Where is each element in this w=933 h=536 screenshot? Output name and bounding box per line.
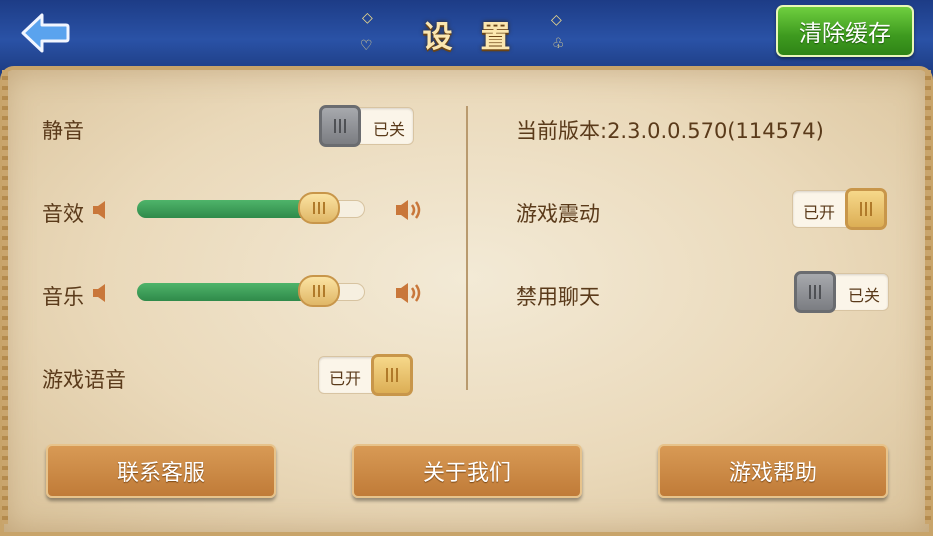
toggle-knob xyxy=(794,271,836,313)
music-label: 音乐 xyxy=(42,285,84,309)
panel-border-left xyxy=(2,70,8,524)
speaker-high-icon xyxy=(396,200,421,220)
slider-fill xyxy=(137,200,319,218)
toggle-knob xyxy=(371,354,413,396)
contact-support-button[interactable]: 联系客服 xyxy=(46,444,276,498)
speaker-low-icon xyxy=(93,284,105,302)
game-voice-state: 已开 xyxy=(329,369,362,388)
clear-cache-button[interactable]: 清除缓存 xyxy=(776,5,914,57)
game-voice-toggle[interactable]: 已开 xyxy=(318,354,413,396)
sound-effect-slider[interactable] xyxy=(137,192,367,224)
slider-fill xyxy=(137,283,319,301)
music-slider[interactable] xyxy=(137,275,367,307)
column-divider xyxy=(466,106,468,390)
vibration-label: 游戏震动 xyxy=(516,202,600,226)
vibration-state: 已开 xyxy=(803,203,836,222)
about-us-button[interactable]: 关于我们 xyxy=(352,444,582,498)
disable-chat-toggle[interactable]: 已关 xyxy=(794,271,889,313)
top-bar: ◇ ♡ ◇ ♧ 设置 清除缓存 xyxy=(0,0,933,72)
game-help-button[interactable]: 游戏帮助 xyxy=(658,444,888,498)
slider-thumb[interactable] xyxy=(298,192,340,224)
vibration-toggle[interactable]: 已开 xyxy=(792,188,887,230)
mute-label: 静音 xyxy=(42,119,84,143)
slider-thumb[interactable] xyxy=(298,275,340,307)
game-voice-label: 游戏语音 xyxy=(42,368,126,392)
disable-chat-label: 禁用聊天 xyxy=(516,285,600,309)
speaker-high-icon xyxy=(396,283,421,303)
toggle-knob xyxy=(845,188,887,230)
sound-effect-label: 音效 xyxy=(42,202,84,226)
mute-state: 已关 xyxy=(372,120,405,139)
toggle-knob xyxy=(319,105,361,147)
version-text: 当前版本:2.3.0.0.570(114574) xyxy=(516,119,824,143)
speaker-low-icon xyxy=(93,201,105,219)
panel-border-right xyxy=(925,70,931,524)
mute-toggle[interactable]: 已关 xyxy=(319,105,414,147)
disable-chat-state: 已关 xyxy=(847,286,880,305)
